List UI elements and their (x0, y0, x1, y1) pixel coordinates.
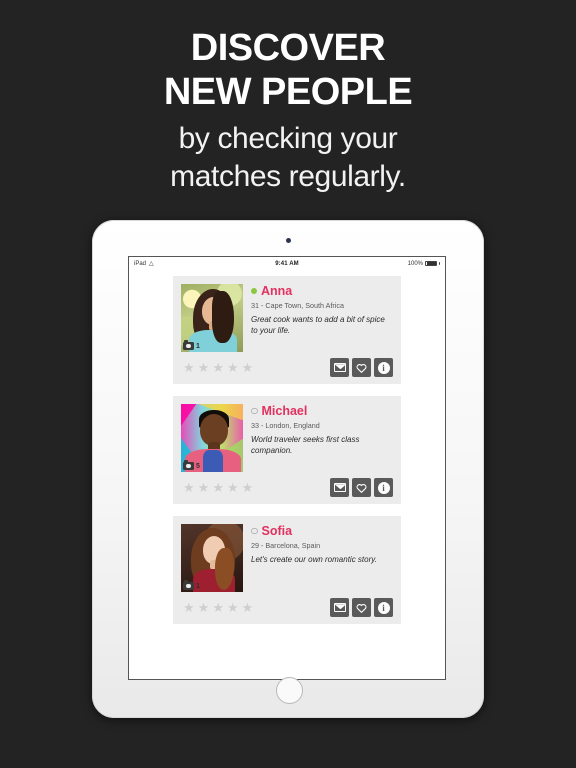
favorite-button[interactable] (352, 598, 371, 617)
battery-percent-label: 100% (407, 260, 423, 267)
info-button[interactable]: i (374, 358, 393, 377)
offline-dot-icon (251, 407, 258, 415)
profile-photo[interactable]: 1 (181, 524, 243, 592)
envelope-icon (333, 483, 346, 492)
profile-bio: Great cook wants to add a bit of spice t… (251, 315, 385, 335)
star-icon[interactable]: ★ (242, 361, 254, 374)
profile-card-top: 5 Michael 33 - London, England World tra… (181, 404, 393, 472)
profile-meta: 31 - Cape Town, South Africa (251, 301, 344, 310)
profile-meta: 29 - Barcelona, Spain (251, 541, 321, 550)
camera-icon (183, 460, 194, 470)
profile-actions: i (330, 598, 393, 617)
message-button[interactable] (330, 478, 349, 497)
star-icon[interactable]: ★ (212, 601, 224, 614)
front-camera-icon (285, 238, 291, 243)
profile-card-bottom: ★ ★ ★ ★ ★ i (181, 478, 393, 497)
favorite-button[interactable] (352, 478, 371, 497)
status-bar-right: 100% (408, 261, 440, 267)
profile-bio: Let's create our own romantic story. (251, 555, 377, 564)
favorite-button[interactable] (352, 358, 371, 377)
profile-photo[interactable]: 5 (181, 404, 243, 472)
profile-card-top: 1 Sofia 29 - Barcelona, Spain Let's crea… (181, 524, 393, 592)
photo-count-label: 5 (196, 462, 200, 470)
star-icon[interactable]: ★ (198, 481, 210, 494)
profile-name-row: Anna (251, 284, 393, 298)
photo-count-badge: 1 (183, 580, 200, 590)
message-button[interactable] (330, 598, 349, 617)
headline-line-2: NEW PEOPLE (163, 71, 413, 113)
rating-stars[interactable]: ★ ★ ★ ★ ★ (181, 601, 253, 614)
online-dot-icon (251, 288, 257, 294)
headline-line-3: by checking your (178, 122, 398, 155)
heart-outline-icon (356, 603, 367, 613)
headline-line-1: DISCOVER (190, 27, 386, 69)
photo-count-badge: 1 (183, 340, 200, 350)
profile-card-bottom: ★ ★ ★ ★ ★ i (181, 358, 393, 377)
profile-card-bottom: ★ ★ ★ ★ ★ i (181, 598, 393, 617)
profile-name[interactable]: Sofia (262, 524, 293, 538)
device-screen: iPad △ 9:41 AM 100% 1 Anna 31 - Cape Tow… (128, 256, 446, 680)
info-circle-icon: i (377, 481, 390, 494)
envelope-icon (333, 363, 346, 372)
star-icon[interactable]: ★ (242, 481, 254, 494)
photo-count-label: 1 (196, 582, 200, 590)
star-icon[interactable]: ★ (227, 361, 239, 374)
photo-count-badge: 5 (183, 460, 200, 470)
rating-stars[interactable]: ★ ★ ★ ★ ★ (181, 481, 253, 494)
info-circle-icon: i (377, 601, 390, 614)
status-bar-time: 9:41 AM (275, 260, 299, 267)
star-icon[interactable]: ★ (212, 361, 224, 374)
info-circle-icon: i (377, 361, 390, 374)
profile-info: Anna 31 - Cape Town, South Africa Great … (243, 284, 393, 352)
heart-outline-icon (356, 363, 367, 373)
rating-stars[interactable]: ★ ★ ★ ★ ★ (181, 361, 253, 374)
profile-actions: i (330, 478, 393, 497)
promo-headline: DISCOVER NEW PEOPLE by checking your mat… (0, 26, 576, 196)
star-icon[interactable]: ★ (198, 601, 210, 614)
camera-icon (183, 340, 194, 350)
profile-card-top: 1 Anna 31 - Cape Town, South Africa Grea… (181, 284, 393, 352)
profile-meta: 33 - London, England (251, 421, 320, 430)
profile-name[interactable]: Michael (262, 404, 308, 418)
photo-count-label: 1 (196, 342, 200, 350)
profile-name[interactable]: Anna (261, 284, 292, 298)
profile-name-row: Sofia (251, 524, 393, 538)
star-icon[interactable]: ★ (227, 601, 239, 614)
offline-dot-icon (251, 527, 258, 535)
battery-icon (425, 260, 437, 267)
info-button[interactable]: i (374, 598, 393, 617)
profile-bio: World traveler seeks first class compani… (251, 435, 360, 455)
camera-icon (183, 580, 194, 590)
ipad-device-frame: iPad △ 9:41 AM 100% 1 Anna 31 - Cape Tow… (92, 220, 484, 718)
profile-card[interactable]: 1 Anna 31 - Cape Town, South Africa Grea… (173, 276, 401, 384)
headline-line-4: matches regularly. (170, 160, 406, 193)
envelope-icon (333, 603, 346, 612)
profile-name-row: Michael (251, 404, 393, 418)
star-icon[interactable]: ★ (183, 601, 195, 614)
profile-card[interactable]: 5 Michael 33 - London, England World tra… (173, 396, 401, 504)
home-button[interactable] (275, 677, 303, 704)
info-button[interactable]: i (374, 478, 393, 497)
heart-outline-icon (356, 483, 367, 493)
star-icon[interactable]: ★ (212, 481, 224, 494)
star-icon[interactable]: ★ (242, 601, 254, 614)
matches-list: 1 Anna 31 - Cape Town, South Africa Grea… (129, 270, 445, 624)
battery-cap-icon (439, 262, 440, 265)
message-button[interactable] (330, 358, 349, 377)
star-icon[interactable]: ★ (183, 481, 195, 494)
profile-info: Michael 33 - London, England World trave… (243, 404, 393, 472)
profile-photo[interactable]: 1 (181, 284, 243, 352)
star-icon[interactable]: ★ (227, 481, 239, 494)
profile-actions: i (330, 358, 393, 377)
status-bar: iPad △ 9:41 AM 100% (129, 257, 445, 270)
star-icon[interactable]: ★ (183, 361, 195, 374)
star-icon[interactable]: ★ (198, 361, 210, 374)
profile-card[interactable]: 1 Sofia 29 - Barcelona, Spain Let's crea… (173, 516, 401, 624)
profile-info: Sofia 29 - Barcelona, Spain Let's create… (243, 524, 393, 592)
